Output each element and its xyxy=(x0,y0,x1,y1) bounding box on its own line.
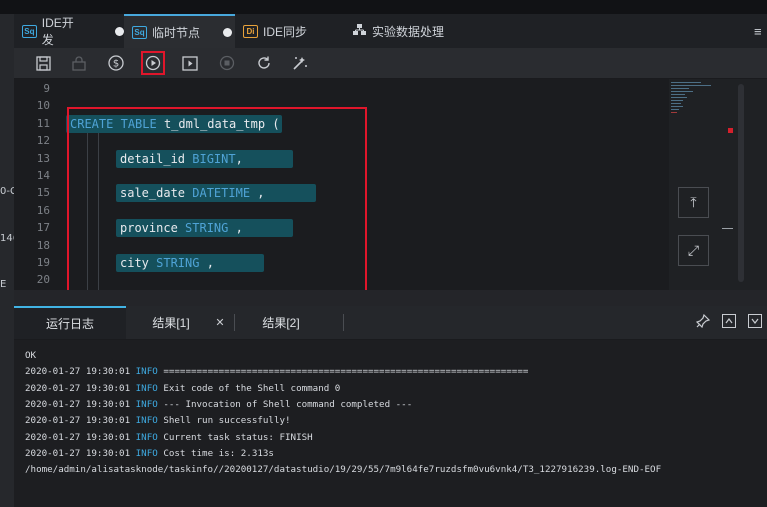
expand-editor-button[interactable]: ⤢ xyxy=(678,235,709,266)
stop-icon[interactable] xyxy=(217,53,237,73)
log-line: 2020-01-27 19:30:01 INFO --- Invocation … xyxy=(25,398,413,410)
tab-label: 临时节点 xyxy=(152,25,201,40)
tab-result-1[interactable]: 结果[1] xyxy=(136,306,206,339)
line-number: 10 xyxy=(36,99,50,113)
tab-ide-sync[interactable]: Di IDE同步 xyxy=(235,14,345,48)
editor-tab-bar: Sq IDE开发 Sq 临时节点 Di IDE同步 实验数据处理 ≡ xyxy=(14,14,767,48)
unsaved-dot-icon[interactable] xyxy=(115,26,124,36)
format-icon[interactable] xyxy=(290,53,310,73)
log-line: 2020-01-27 19:30:01 INFO Current task st… xyxy=(25,431,313,443)
line-number: 16 xyxy=(36,203,50,217)
log-line: 2020-01-27 19:30:01 INFO ===============… xyxy=(25,366,529,378)
result-tab-bar: 运行日志 结果[1] ✕ 结果[2] xyxy=(14,306,767,340)
chevron-up-icon[interactable] xyxy=(722,314,736,328)
scroll-to-top-button[interactable]: ⤒ xyxy=(678,187,709,218)
lock-icon[interactable] xyxy=(69,53,89,73)
log-line: 2020-01-27 19:30:01 INFO Cost time is: 2… xyxy=(25,447,274,459)
save-icon[interactable] xyxy=(33,53,53,73)
line-number: 12 xyxy=(36,134,50,148)
line-number: 17 xyxy=(36,221,50,235)
close-icon[interactable]: ✕ xyxy=(212,306,228,339)
tab-label: IDE同步 xyxy=(263,24,308,39)
line-number: 11 xyxy=(36,116,50,130)
panel-divider[interactable] xyxy=(14,290,767,306)
line-number: 20 xyxy=(36,273,50,287)
run-log-panel[interactable]: OK 2020-01-27 19:30:01 INFO =============… xyxy=(14,340,767,507)
sql-node-icon: Sq xyxy=(132,25,147,39)
tabs-menu-icon[interactable]: ≡ xyxy=(754,14,767,48)
svg-text:$: $ xyxy=(113,59,119,70)
tab-separator xyxy=(343,314,344,331)
tab-run-log[interactable]: 运行日志 xyxy=(14,306,126,339)
selection-highlight-box xyxy=(67,107,367,293)
log-line: 2020-01-27 19:30:01 INFO Shell run succe… xyxy=(25,415,291,427)
tab-label: 实验数据处理 xyxy=(372,24,445,39)
sql-node-icon: Sq xyxy=(22,24,37,38)
line-number: 18 xyxy=(36,238,50,252)
scroll-position-marker xyxy=(722,228,733,229)
code-minimap[interactable] xyxy=(669,79,713,139)
line-number: 9 xyxy=(43,82,50,95)
run-with-params-icon[interactable] xyxy=(180,53,200,73)
flow-icon xyxy=(353,23,366,39)
line-number: 19 xyxy=(36,256,50,269)
log-line: 2020-01-27 19:30:01 INFO Exit code of th… xyxy=(25,382,341,394)
editor-vertical-scrollbar[interactable] xyxy=(738,84,744,282)
line-number: 13 xyxy=(36,151,50,165)
line-number: 14 xyxy=(36,169,50,182)
top-strip xyxy=(0,0,767,14)
tab-ide-dev[interactable]: Sq IDE开发 xyxy=(14,14,124,48)
run-icon[interactable] xyxy=(141,51,165,75)
tab-temp-node[interactable]: Sq 临时节点 xyxy=(124,14,235,48)
pin-icon[interactable] xyxy=(696,314,710,328)
chevron-down-icon[interactable] xyxy=(748,314,762,328)
cost-estimate-icon[interactable]: $ xyxy=(106,53,126,73)
left-edge-text: E xyxy=(0,279,7,290)
tab-experiment-data[interactable]: 实验数据处理 xyxy=(345,14,485,48)
di-node-icon: Di xyxy=(243,24,258,38)
tab-separator xyxy=(234,314,235,331)
log-line: /home/admin/alisatasknode/taskinfo//2020… xyxy=(25,464,662,476)
editor-toolbar: $ xyxy=(14,48,767,79)
log-line: OK xyxy=(25,350,37,361)
tab-label: IDE开发 xyxy=(41,16,74,47)
line-number: 15 xyxy=(36,186,50,200)
unsaved-dot-icon[interactable] xyxy=(223,27,233,37)
left-panel-edge: 0-C 146 E xyxy=(0,14,19,507)
error-marker xyxy=(728,128,733,133)
tab-result-2[interactable]: 结果[2] xyxy=(246,306,316,339)
line-number-gutter: 9 10 11 12 13 14 15 16 17 18 19 20 xyxy=(14,79,54,290)
refresh-icon[interactable] xyxy=(254,53,274,73)
